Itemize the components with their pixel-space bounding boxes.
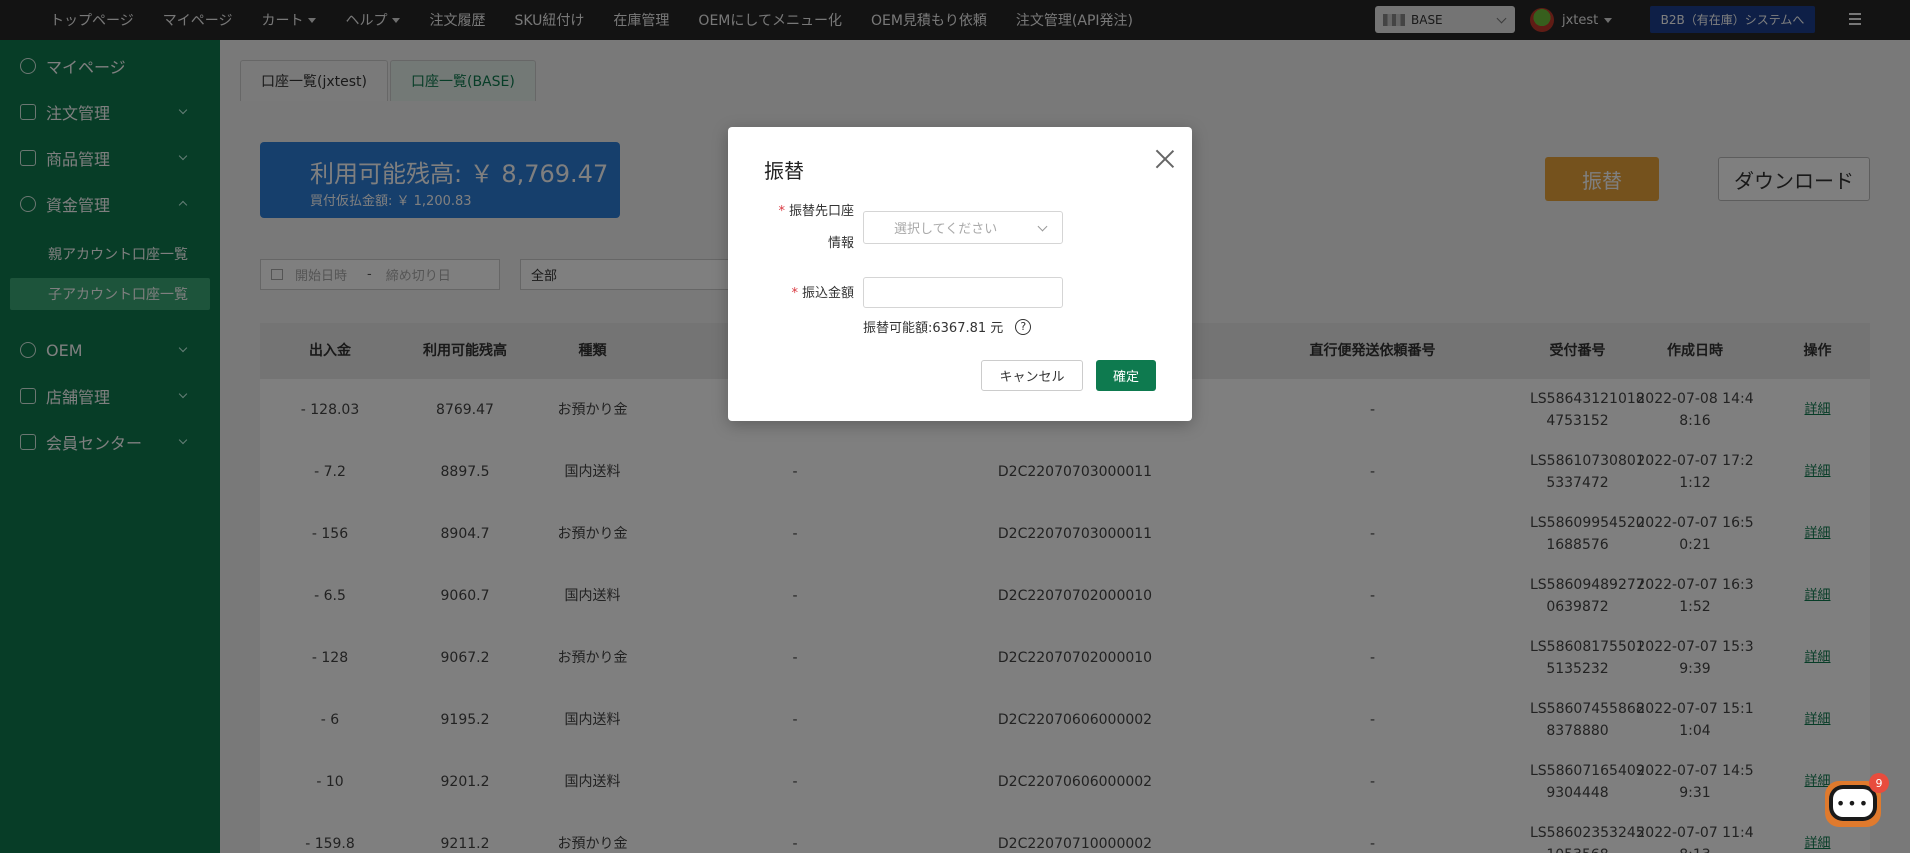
available-amount: 振替可能額:6367.81 元 ? [863,317,1032,336]
account-label: * 振替先口座 情報 [764,196,854,260]
chat-widget[interactable]: ••• 9 [1825,773,1889,831]
account-select-placeholder: 選択してください [894,222,998,237]
close-icon[interactable] [1153,147,1177,171]
account-label-line2: 情報 [827,236,854,251]
chat-dots: ••• [1833,789,1873,817]
transfer-dialog: 振替 * 振替先口座 情報 選択してください * 振込金額 振替可能額:6367.8… [728,127,1192,421]
cancel-button[interactable]: キャンセル [981,360,1083,391]
available-amount-text: 振替可能額:6367.81 元 [863,321,1004,336]
confirm-button[interactable]: 確定 [1096,360,1156,391]
chevron-down-icon [1037,221,1048,232]
amount-label-text: 振込金額 [801,286,854,301]
amount-label: * 振込金額 [764,278,854,310]
required-mark: * [791,286,798,301]
dialog-title: 振替 [764,159,804,183]
chat-badge: 9 [1869,773,1889,793]
help-icon[interactable]: ? [1015,318,1032,335]
account-select[interactable]: 選択してください [863,211,1063,244]
required-mark: * [778,204,785,219]
amount-input[interactable] [863,277,1063,308]
account-label-line1: 振替先口座 [788,204,854,219]
